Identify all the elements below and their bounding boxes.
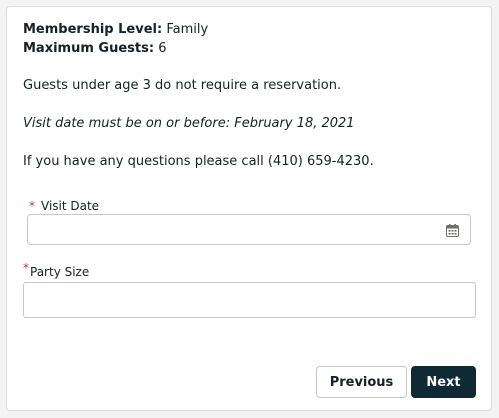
visit-date-label: Visit Date	[41, 199, 100, 213]
required-marker: *	[23, 261, 29, 275]
maximum-guests-label: Maximum Guests:	[23, 41, 155, 56]
reservation-card: Membership Level: Family Maximum Guests:…	[6, 6, 492, 411]
calendar-icon[interactable]	[446, 224, 459, 237]
under-three-note: Guests under age 3 do not require a rese…	[23, 78, 342, 93]
membership-level-value: Family	[166, 22, 209, 37]
visit-date-input[interactable]	[28, 215, 448, 244]
visit-deadline-note: Visit date must be on or before: Februar…	[23, 116, 355, 131]
membership-level-line: Membership Level: Family	[23, 20, 208, 39]
visit-date-field[interactable]	[27, 214, 471, 245]
required-marker: *	[29, 199, 35, 213]
maximum-guests-value: 6	[158, 41, 167, 56]
party-size-input[interactable]	[24, 283, 474, 317]
maximum-guests-line: Maximum Guests: 6	[23, 39, 208, 58]
visit-date-label-row: * Visit Date	[29, 195, 99, 214]
next-button[interactable]: Next	[411, 366, 476, 398]
membership-level-label: Membership Level:	[23, 22, 163, 37]
previous-button[interactable]: Previous	[316, 366, 407, 398]
membership-info: Membership Level: Family Maximum Guests:…	[23, 20, 208, 58]
contact-note: If you have any questions please call (4…	[23, 154, 374, 169]
party-size-label: Party Size	[30, 265, 90, 279]
party-size-label-row: *Party Size	[23, 261, 89, 280]
party-size-field[interactable]	[23, 282, 476, 318]
